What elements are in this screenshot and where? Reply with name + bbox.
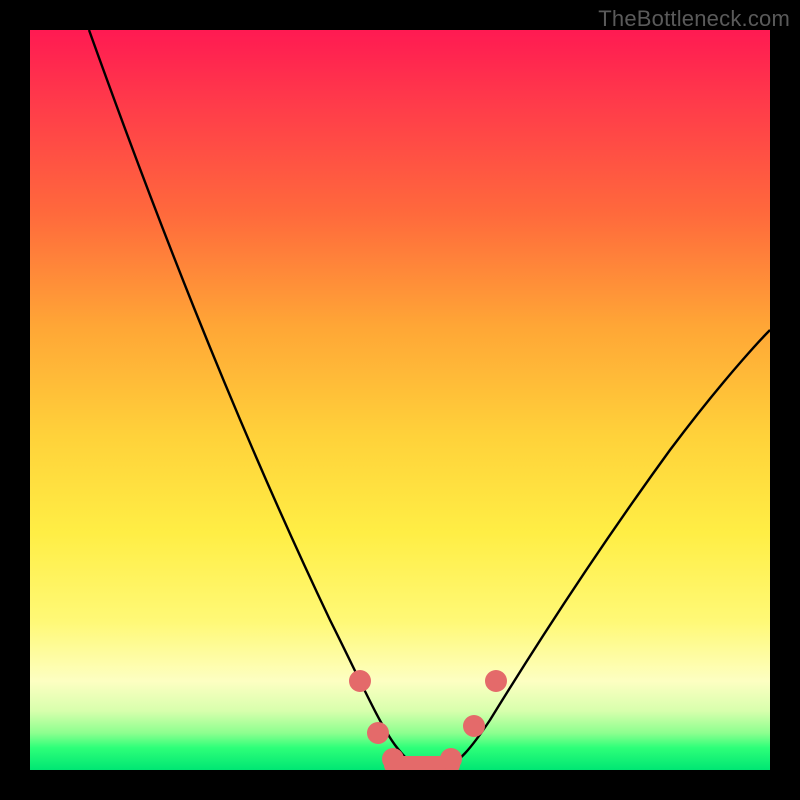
marker-bottom-4 — [440, 748, 462, 770]
marker-right-lower — [463, 715, 485, 737]
marker-right-upper — [485, 670, 507, 692]
watermark-text: TheBottleneck.com — [598, 6, 790, 32]
marker-left-upper — [349, 670, 371, 692]
chart-svg — [30, 30, 770, 770]
plot-area — [30, 30, 770, 770]
bottleneck-curve — [89, 30, 770, 765]
marker-left-lower — [367, 722, 389, 744]
chart-frame: TheBottleneck.com — [0, 0, 800, 800]
